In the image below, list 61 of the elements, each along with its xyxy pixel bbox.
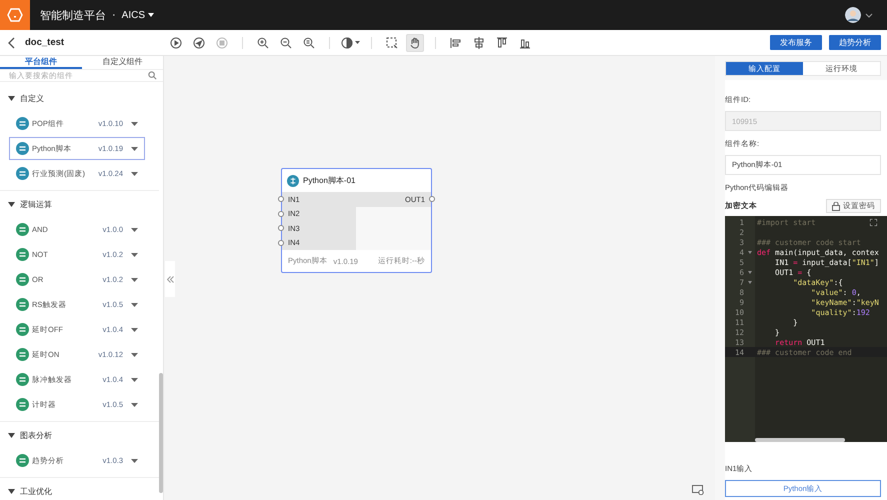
theme-icon <box>341 36 354 48</box>
caret-icon <box>355 41 360 44</box>
action-button[interactable]: 发布服务 <box>770 35 822 50</box>
sidebar-tab[interactable]: 自定义组件 <box>82 56 163 69</box>
align-bottom-icon <box>519 36 532 48</box>
collapse-handle[interactable] <box>165 261 175 297</box>
avatar[interactable] <box>845 7 861 23</box>
fullscreen-icon[interactable] <box>870 219 877 226</box>
caret-icon[interactable] <box>131 228 138 232</box>
caret-icon <box>148 13 154 17</box>
align-top-icon <box>496 36 508 48</box>
app-title: 智能制造平台 <box>40 8 106 22</box>
play-icon <box>170 36 182 48</box>
caret-icon[interactable] <box>8 432 15 438</box>
section-title: 工业优化 <box>20 486 52 496</box>
caret-icon[interactable] <box>131 352 138 356</box>
document-title: doc_test <box>25 37 64 48</box>
logo-icon[interactable] <box>0 0 30 30</box>
back-icon[interactable] <box>8 36 16 48</box>
zoom-fit-icon <box>303 36 316 48</box>
caret-icon[interactable] <box>131 172 138 176</box>
caret-icon[interactable] <box>131 252 138 256</box>
caret-icon[interactable] <box>131 458 138 462</box>
align-left-icon <box>450 36 462 48</box>
caret-icon[interactable] <box>131 302 138 306</box>
action-button[interactable]: 趋势分析 <box>829 35 881 50</box>
zoom-out-icon <box>280 36 292 48</box>
monitor-icon[interactable] <box>692 485 704 495</box>
select-icon <box>386 36 398 48</box>
chevron-down-icon[interactable] <box>865 12 873 18</box>
caret-icon[interactable] <box>131 146 138 150</box>
fold-icon[interactable] <box>748 250 752 254</box>
caret-icon[interactable] <box>131 378 138 382</box>
hand-tool[interactable] <box>406 34 424 52</box>
caret-icon[interactable] <box>8 202 15 206</box>
stop-icon <box>216 36 228 48</box>
python-node-icon <box>287 174 299 186</box>
product-dropdown[interactable]: AICS <box>122 10 154 20</box>
scrollbar[interactable] <box>755 438 845 442</box>
caret-icon[interactable] <box>131 278 138 282</box>
caret-icon[interactable] <box>131 122 138 126</box>
fold-icon[interactable] <box>748 270 752 274</box>
caret-icon[interactable] <box>8 96 15 100</box>
hand-icon <box>409 36 422 48</box>
send-icon <box>193 36 206 48</box>
lock-icon <box>832 202 840 210</box>
title-separator: · <box>112 9 116 21</box>
section-title: 自定义 <box>20 92 44 104</box>
fold-icon[interactable] <box>748 280 752 284</box>
double-chevron-left-icon <box>166 276 174 282</box>
section-title: 逻辑运算 <box>20 198 52 210</box>
section-title: 图表分析 <box>20 430 52 440</box>
code-editor[interactable] <box>725 216 887 442</box>
caret-icon[interactable] <box>8 488 15 494</box>
node-title: Python脚本-01 <box>303 175 356 186</box>
scrollbar[interactable] <box>159 373 163 493</box>
search-icon[interactable] <box>148 71 157 80</box>
align-center-icon <box>473 36 486 48</box>
zoom-in-icon <box>257 36 270 48</box>
caret-icon[interactable] <box>131 328 138 332</box>
caret-icon[interactable] <box>131 402 138 406</box>
